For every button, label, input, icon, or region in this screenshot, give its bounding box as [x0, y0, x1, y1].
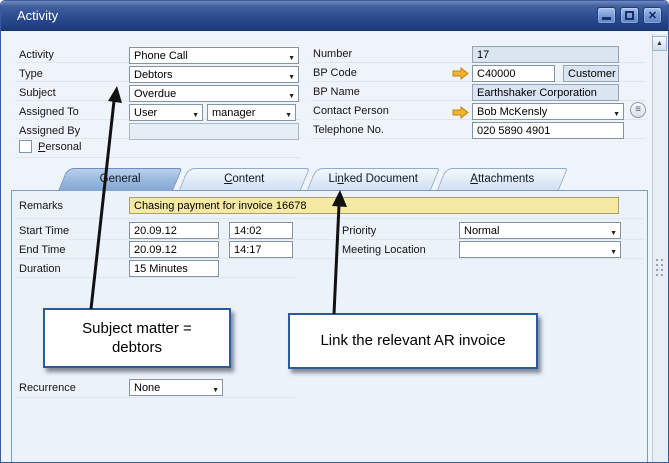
recurrence-label: Recurrence [19, 382, 76, 394]
chevron-down-icon [288, 52, 295, 64]
close-button[interactable] [643, 7, 662, 24]
callout-subject-debtors: Subject matter = debtors [43, 308, 231, 368]
end-date-value: 20.09.12 [134, 244, 177, 256]
chevron-down-icon [212, 384, 219, 396]
assigned-to-user-dropdown[interactable]: manager [207, 104, 296, 121]
bp-category-field: Customer [563, 65, 619, 82]
minimize-button[interactable] [597, 7, 616, 24]
row-separator [15, 397, 295, 398]
meeting-location-label: Meeting Location [342, 244, 426, 256]
callout-link-ar-invoice: Link the relevant AR invoice [288, 313, 538, 369]
start-time-value: 14:02 [234, 225, 262, 237]
tab-content[interactable]: Content [179, 168, 310, 190]
link-arrow-icon[interactable] [452, 106, 469, 119]
bp-category-value: Customer [568, 68, 616, 80]
row-separator [15, 277, 295, 278]
duration-label: Duration [19, 263, 61, 275]
assigned-to-label: Assigned To [19, 106, 79, 118]
chevron-down-icon [613, 108, 620, 120]
remarks-value: Chasing payment for invoice 16678 [134, 200, 306, 212]
number-value: 17 [477, 49, 489, 61]
vertical-scrollbar[interactable] [652, 34, 667, 463]
row-separator [15, 258, 643, 259]
assigned-to-type-value: User [134, 107, 157, 119]
start-time-label: Start Time [19, 225, 69, 237]
activity-dropdown[interactable]: Phone Call [129, 47, 299, 64]
duration-input[interactable]: 15 Minutes [129, 260, 219, 277]
priority-dropdown[interactable]: Normal [459, 222, 621, 239]
chevron-down-icon [288, 71, 295, 83]
callout-line: debtors [112, 338, 162, 358]
tab-general-label: General [64, 169, 177, 190]
end-time-input[interactable]: 14:17 [229, 241, 293, 258]
link-arrow-icon[interactable] [452, 67, 469, 80]
maximize-button[interactable] [620, 7, 639, 24]
personal-checkbox[interactable] [19, 140, 32, 153]
start-time-input[interactable]: 14:02 [229, 222, 293, 239]
title-bar[interactable]: Activity [1, 1, 668, 31]
row-separator [15, 157, 301, 158]
end-date-input[interactable]: 20.09.12 [129, 241, 219, 258]
chevron-down-icon [285, 109, 292, 121]
bp-name-field: Earthshaker Corporation [472, 84, 619, 101]
remarks-label: Remarks [19, 200, 63, 212]
assigned-to-user-value: manager [212, 107, 255, 119]
activity-value: Phone Call [134, 50, 188, 62]
telephone-value: 020 5890 4901 [477, 125, 550, 137]
callout-line: Link the relevant AR invoice [320, 331, 505, 351]
chevron-down-icon [288, 90, 295, 102]
callout-line: Subject matter = [82, 319, 192, 339]
subject-dropdown[interactable]: Overdue [129, 85, 299, 102]
contact-person-value: Bob McKensly [477, 106, 547, 118]
chevron-down-icon [610, 227, 617, 239]
recurrence-value: None [134, 382, 160, 394]
type-label: Type [19, 68, 43, 80]
assigned-to-type-dropdown[interactable]: User [129, 104, 203, 121]
tab-linked-document[interactable]: Linked Document [307, 168, 440, 190]
subject-value: Overdue [134, 88, 176, 100]
row-separator [15, 218, 643, 219]
window-title: Activity [17, 8, 58, 23]
priority-label: Priority [342, 225, 376, 237]
personal-label: Personal [38, 141, 81, 153]
telephone-input[interactable]: 020 5890 4901 [472, 122, 624, 139]
bp-name-value: Earthshaker Corporation [477, 87, 597, 99]
bp-code-label: BP Code [313, 67, 357, 79]
telephone-label: Telephone No. [313, 124, 384, 136]
start-date-value: 20.09.12 [134, 225, 177, 237]
type-value: Debtors [134, 69, 173, 81]
end-time-value: 14:17 [234, 244, 262, 256]
choose-from-list-button[interactable] [630, 102, 646, 118]
remarks-input[interactable]: Chasing payment for invoice 16678 [129, 197, 619, 214]
assigned-by-label: Assigned By [19, 125, 80, 137]
tab-content-label: Content [184, 169, 304, 190]
duration-value: 15 Minutes [134, 263, 188, 275]
activity-window: Activity Activity Phone Call Type Debtor… [0, 0, 669, 463]
number-field: 17 [472, 46, 619, 63]
contact-person-dropdown[interactable]: Bob McKensly [472, 103, 624, 120]
bp-name-label: BP Name [313, 86, 360, 98]
assigned-by-field [129, 123, 299, 140]
chevron-down-icon [610, 246, 617, 258]
type-dropdown[interactable]: Debtors [129, 66, 299, 83]
scroll-up-button[interactable] [652, 36, 667, 51]
number-label: Number [313, 48, 352, 60]
recurrence-dropdown[interactable]: None [129, 379, 223, 396]
tab-linked-document-label: Linked Document [312, 169, 434, 190]
activity-label: Activity [19, 49, 54, 61]
tab-general[interactable]: General [58, 168, 182, 191]
chevron-down-icon [192, 109, 199, 121]
bp-code-input[interactable]: C40000 [472, 65, 555, 82]
row-separator [15, 239, 643, 240]
end-time-label: End Time [19, 244, 65, 256]
priority-value: Normal [464, 225, 499, 237]
tab-attachments-label: Attachments [442, 169, 562, 190]
splitter-grip-icon[interactable] [656, 259, 658, 261]
contact-person-label: Contact Person [313, 105, 389, 117]
bp-code-value: C40000 [477, 68, 516, 80]
start-date-input[interactable]: 20.09.12 [129, 222, 219, 239]
subject-label: Subject [19, 87, 56, 99]
tab-attachments[interactable]: Attachments [437, 168, 568, 190]
meeting-location-dropdown[interactable] [459, 241, 621, 258]
